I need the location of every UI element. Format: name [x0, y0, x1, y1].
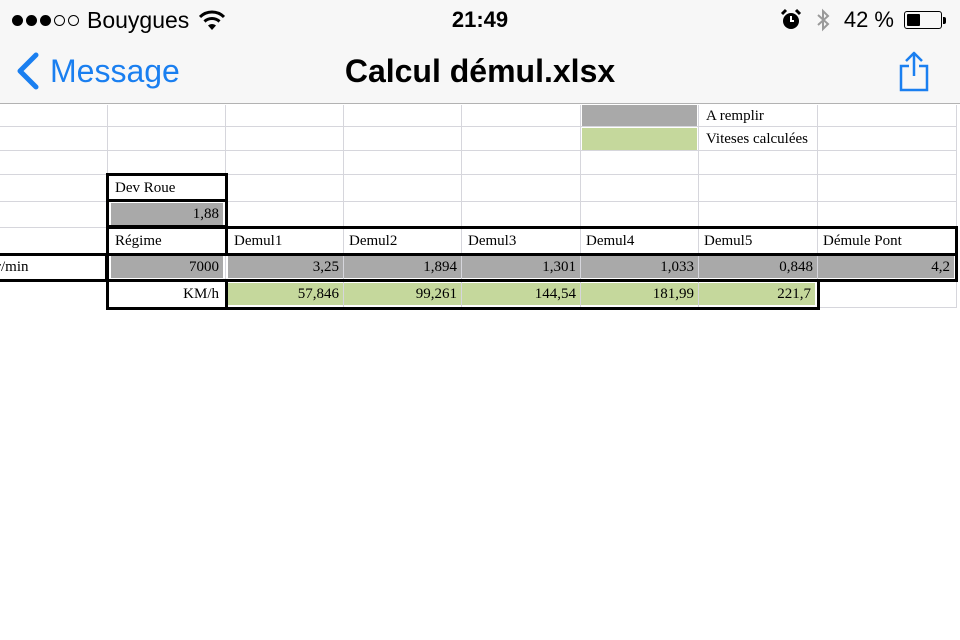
- battery-icon: [904, 10, 948, 30]
- cell-regime-value[interactable]: 7000: [111, 256, 223, 278]
- gridline: [107, 105, 108, 307]
- gridline: [0, 174, 957, 175]
- cell-header-demule-pont[interactable]: Démule Pont: [819, 230, 953, 252]
- gridline: [0, 227, 957, 228]
- share-icon[interactable]: [898, 50, 930, 92]
- status-right: 42 %: [780, 6, 948, 34]
- cell-speed-demul2[interactable]: 99,261: [344, 283, 461, 305]
- battery-body: [904, 11, 942, 29]
- cell-header-regime[interactable]: Régime: [111, 230, 223, 252]
- cell-speed-demul1[interactable]: 57,846: [228, 283, 343, 305]
- cell-unit-kmh[interactable]: KM/h: [111, 283, 223, 305]
- cell-header-demul2[interactable]: Demul2: [345, 230, 459, 252]
- cell-demul1-value[interactable]: 3,25: [228, 256, 343, 278]
- gridline: [956, 281, 957, 308]
- back-button[interactable]: Message: [14, 48, 180, 94]
- cell-demul5-value[interactable]: 0,848: [699, 256, 817, 278]
- cell-header-demul5[interactable]: Demul5: [700, 230, 815, 252]
- cell-header-demul3[interactable]: Demul3: [464, 230, 578, 252]
- cell-demul4-value[interactable]: 1,033: [581, 256, 698, 278]
- cell-header-demul4[interactable]: Demul4: [582, 230, 696, 252]
- cell-speed-demul5[interactable]: 221,7: [699, 283, 815, 305]
- gridline: [225, 105, 226, 307]
- gridline: [0, 150, 957, 151]
- cell-speed-demul4[interactable]: 181,99: [581, 283, 698, 305]
- gridline: [0, 201, 957, 202]
- battery-tip: [943, 16, 946, 24]
- back-button-label: Message: [50, 52, 180, 89]
- navigation-bar: Message Calcul démul.xlsx: [0, 40, 960, 104]
- cell-dev-roue-value[interactable]: 1,88: [111, 203, 223, 225]
- legend-swatch-fill: [582, 105, 697, 126]
- legend-fill-label: A remplir: [706, 108, 764, 124]
- battery-fill: [907, 14, 921, 26]
- gridline: [956, 105, 957, 307]
- bluetooth-icon: [817, 8, 830, 32]
- legend-swatch-computed: [582, 128, 697, 150]
- battery-percent: 42 %: [843, 7, 894, 32]
- legend-computed-label: Viteses calculées: [706, 131, 808, 147]
- spreadsheet-view[interactable]: A remplir Viteses calculées Dev Roue 1,8…: [0, 105, 960, 640]
- cell-unit-rpm[interactable]: r/min: [0, 256, 100, 278]
- cell-dev-roue-label[interactable]: Dev Roue: [111, 177, 223, 199]
- chevron-left-icon: [17, 52, 39, 90]
- cell-demul3-value[interactable]: 1,301: [462, 256, 580, 278]
- gridline: [817, 307, 957, 308]
- alarm-icon: [780, 8, 801, 29]
- status-bar: Bouygues 21:49 42 %: [0, 0, 960, 40]
- cell-demul2-value[interactable]: 1,894: [344, 256, 461, 278]
- gridline: [0, 126, 957, 127]
- cell-demule-pont-value[interactable]: 4,2: [818, 256, 954, 278]
- cell-speed-demul3[interactable]: 144,54: [462, 283, 580, 305]
- cell-header-demul1[interactable]: Demul1: [230, 230, 342, 252]
